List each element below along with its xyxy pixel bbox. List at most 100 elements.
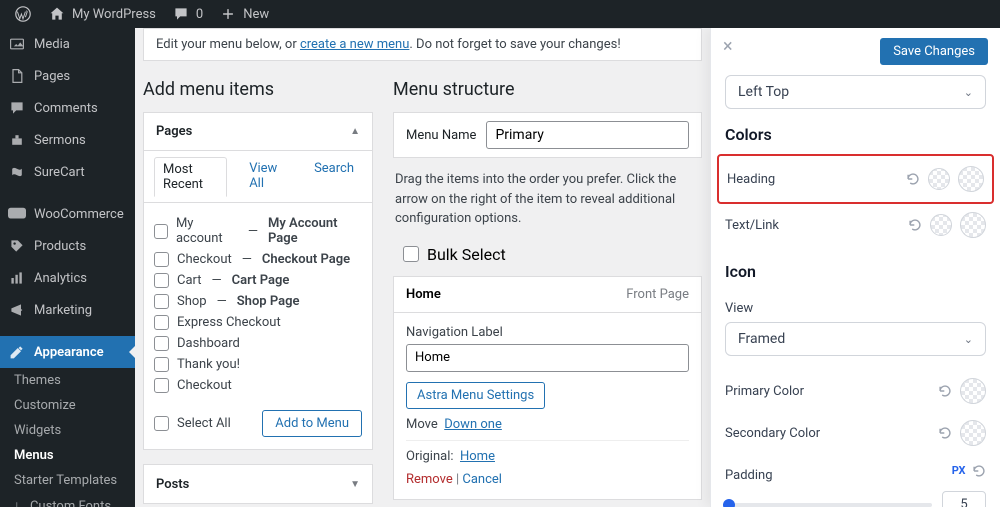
sidebar-item-label: Products <box>34 239 86 254</box>
surecart-icon <box>8 163 26 181</box>
comments-link[interactable]: 0 <box>164 0 211 28</box>
padding-slider[interactable] <box>725 503 932 507</box>
new-content-link[interactable]: New <box>211 0 277 28</box>
submenu-widgets[interactable]: Widgets <box>0 418 135 443</box>
menu-item-toggle[interactable]: Home Front Page <box>394 277 701 313</box>
reset-icon[interactable] <box>938 426 952 440</box>
drag-hint: Drag the items into the order you prefer… <box>393 158 702 241</box>
tab-search[interactable]: Search <box>306 157 362 196</box>
pages-checklist: My account—My Account Page Checkout—Chec… <box>144 203 372 400</box>
posts-postbox-toggle[interactable]: Posts▼ <box>144 465 372 503</box>
submenu-starter-templates[interactable]: Starter Templates <box>0 468 135 493</box>
create-menu-link[interactable]: create a new menu <box>300 37 409 52</box>
cancel-item-link[interactable]: Cancel <box>462 472 502 487</box>
color-swatch-normal[interactable] <box>928 168 950 190</box>
select-all-checkbox[interactable]: Select All <box>154 413 231 434</box>
analytics-icon <box>8 269 26 287</box>
reset-icon[interactable] <box>908 218 922 232</box>
padding-value-input[interactable]: 5 <box>942 491 986 507</box>
edit-menu-notice: Edit your menu below, or create a new me… <box>143 28 702 61</box>
appearance-icon <box>8 343 26 361</box>
sidebar-item-sermons[interactable]: Sermons <box>0 124 135 156</box>
nav-label: Navigation Label <box>406 325 689 340</box>
sidebar-item-media[interactable]: Media <box>0 28 135 60</box>
menu-name-input[interactable] <box>486 121 689 149</box>
view-select[interactable]: Framed ⌄ <box>725 322 986 356</box>
page-check-item[interactable]: Thank you! <box>154 354 362 375</box>
color-swatch[interactable] <box>960 420 986 446</box>
plus-icon <box>219 5 237 23</box>
submenu-menus[interactable]: Menus <box>0 443 135 468</box>
page-check-item[interactable]: Checkout—Checkout Page <box>154 249 362 270</box>
page-check-item[interactable]: Shop—Shop Page <box>154 291 362 312</box>
sidebar-item-analytics[interactable]: Analytics <box>0 262 135 294</box>
color-swatch-hover[interactable] <box>960 212 986 238</box>
colors-heading: Colors <box>725 109 986 154</box>
products-icon <box>8 237 26 255</box>
color-row-secondary: Secondary Color <box>725 412 986 454</box>
submenu-themes[interactable]: Themes <box>0 368 135 393</box>
move-down-link[interactable]: Down one <box>444 417 502 432</box>
reset-icon[interactable] <box>906 172 920 186</box>
page-check-item[interactable]: Checkout <box>154 375 362 396</box>
unit-toggle[interactable]: PX <box>952 464 966 477</box>
color-swatch-hover[interactable] <box>958 166 984 192</box>
admin-sidebar: Media Pages Comments Sermons SureCart Wo… <box>0 28 135 507</box>
position-select[interactable]: Left Top ⌄ <box>725 75 986 109</box>
main-content: Edit your menu below, or create a new me… <box>135 28 1000 507</box>
posts-postbox: Posts▼ <box>143 464 373 504</box>
color-row-primary: Primary Color <box>725 370 986 412</box>
page-check-item[interactable]: Dashboard <box>154 333 362 354</box>
woo-icon <box>8 205 26 223</box>
sidebar-item-label: Marketing <box>34 303 92 318</box>
chevron-down-icon: ⌄ <box>964 333 973 346</box>
settings-panel: × Save Changes Left Top ⌄ Colors Heading <box>710 28 1000 507</box>
menu-item-home: Home Front Page Navigation Label Astra M… <box>393 276 702 500</box>
color-swatch-normal[interactable] <box>930 214 952 236</box>
sidebar-item-woocommerce[interactable]: WooCommerce <box>0 198 135 230</box>
menu-name-row: Menu Name <box>393 112 702 158</box>
site-name: My WordPress <box>72 7 156 22</box>
sidebar-item-comments[interactable]: Comments <box>0 92 135 124</box>
save-changes-button[interactable]: Save Changes <box>880 38 988 65</box>
tab-view-all[interactable]: View All <box>241 157 292 196</box>
color-row-heading: Heading <box>717 154 994 204</box>
sidebar-item-surecart[interactable]: SureCart <box>0 156 135 188</box>
sidebar-item-label: Analytics <box>34 271 87 286</box>
sidebar-item-marketing[interactable]: Marketing <box>0 294 135 326</box>
page-check-item[interactable]: Express Checkout <box>154 312 362 333</box>
submenu-customize[interactable]: Customize <box>0 393 135 418</box>
pages-postbox: Pages ▲ Most Recent View All Search My a… <box>143 112 373 450</box>
color-row-textlink: Text/Link <box>725 204 986 246</box>
sidebar-item-label: Appearance <box>34 345 104 360</box>
original-link[interactable]: Home <box>460 449 495 464</box>
padding-label: Padding <box>725 458 773 483</box>
nav-label-input[interactable] <box>406 344 689 372</box>
add-to-menu-button[interactable]: Add to Menu <box>262 410 362 437</box>
sidebar-item-appearance[interactable]: Appearance <box>0 336 135 368</box>
sidebar-item-products[interactable]: Products <box>0 230 135 262</box>
reset-icon[interactable] <box>972 464 986 478</box>
menu-name-label: Menu Name <box>406 128 476 143</box>
bulk-select-checkbox[interactable] <box>403 246 419 262</box>
astra-menu-settings-button[interactable]: Astra Menu Settings <box>406 382 545 409</box>
color-swatch[interactable] <box>960 378 986 404</box>
reset-icon[interactable] <box>938 384 952 398</box>
page-check-item[interactable]: Cart—Cart Page <box>154 270 362 291</box>
sidebar-item-label: Media <box>34 37 70 52</box>
sidebar-item-label: Pages <box>34 69 70 84</box>
close-panel-button[interactable]: × <box>723 38 733 56</box>
sidebar-item-label: Sermons <box>34 133 86 148</box>
page-check-item[interactable]: My account—My Account Page <box>154 213 362 249</box>
pages-postbox-toggle[interactable]: Pages ▲ <box>144 113 372 151</box>
comments-count: 0 <box>196 7 203 22</box>
sidebar-item-label: SureCart <box>34 165 85 180</box>
comments-icon <box>8 99 26 117</box>
sidebar-item-pages[interactable]: Pages <box>0 60 135 92</box>
site-name-link[interactable]: My WordPress <box>40 0 164 28</box>
remove-item-link[interactable]: Remove <box>406 472 453 487</box>
view-label: View <box>725 291 986 316</box>
wp-logo[interactable] <box>6 0 40 28</box>
submenu-custom-fonts[interactable]: ∟ Custom Fonts <box>0 493 135 507</box>
tab-most-recent[interactable]: Most Recent <box>154 157 227 197</box>
